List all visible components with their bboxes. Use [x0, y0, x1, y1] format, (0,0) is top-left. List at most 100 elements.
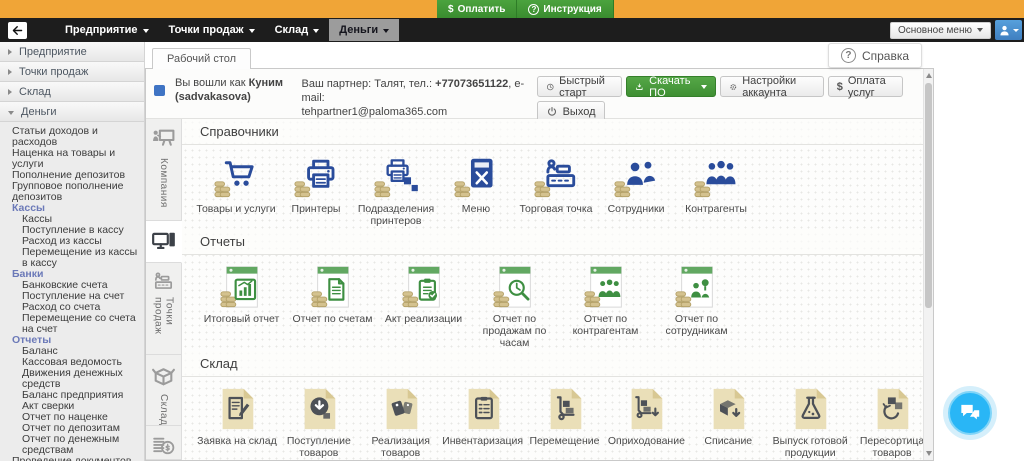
- side-tab-desktop[interactable]: [146, 221, 182, 262]
- section-title: Склад: [182, 351, 933, 377]
- clock-search-icon: [492, 264, 538, 310]
- chevron-right-icon: [8, 89, 12, 95]
- sidebar-money-list: Статьи доходов и расходов Наценка на тов…: [0, 122, 144, 461]
- user-account: (sadvakasova): [175, 91, 251, 103]
- help-button[interactable]: ? Справка: [828, 43, 922, 68]
- chat-button[interactable]: [943, 386, 997, 440]
- tab-desktop[interactable]: Рабочий стол: [152, 48, 251, 69]
- tile-sales-point[interactable]: Торговая точка: [516, 154, 596, 215]
- person-icon: [998, 24, 1011, 37]
- tile-employees[interactable]: Сотрудники: [596, 154, 676, 215]
- partner-info: Ваш партнер: Талят, тел.: +77073651122, …: [301, 76, 526, 118]
- nav-item-money[interactable]: Деньги: [329, 19, 399, 41]
- sidebar-group-money[interactable]: Деньги: [0, 102, 144, 122]
- handtruck-icon: [542, 386, 588, 432]
- user-indicator-icon: [154, 85, 165, 96]
- top-nav-bar: Предприятие Точки продаж Склад Деньги Ос…: [0, 18, 1024, 42]
- menu-board-icon: [453, 154, 499, 200]
- clipboard-icon: [460, 386, 506, 432]
- tile-hourly-sales-report[interactable]: Отчет по продажам по часам: [469, 264, 560, 349]
- tile-counterparties[interactable]: Контрагенты: [676, 154, 756, 215]
- scrollbar-thumb[interactable]: [925, 83, 932, 308]
- tile-menu[interactable]: Меню: [436, 154, 516, 215]
- sidebar-item[interactable]: Перемещение из кассы в кассу: [0, 247, 144, 269]
- sidebar-item[interactable]: Статьи доходов и расходов: [0, 126, 144, 148]
- sidebar-item[interactable]: Групповое пополнение депозитов: [0, 181, 144, 203]
- section-title: Справочники: [182, 119, 933, 145]
- sidebar-item[interactable]: Отчет по денежным средствам: [0, 434, 144, 456]
- circle-down-icon: [296, 386, 342, 432]
- sidebar-item[interactable]: Проведение документов: [0, 456, 144, 461]
- tile-printer-groups[interactable]: Подразделения принтеров: [356, 154, 436, 227]
- people-tree-icon: [674, 264, 720, 310]
- instruction-button[interactable]: ? Инструкция: [517, 0, 613, 18]
- help-button-label: Справка: [862, 49, 909, 63]
- tile-counterparties-report[interactable]: Отчет по контрагентам: [560, 264, 651, 337]
- tile-warehouse-request[interactable]: Заявка на склад: [196, 386, 278, 447]
- company-icon: [151, 127, 176, 152]
- tile-posting[interactable]: Оприходование: [605, 386, 687, 447]
- tile-employees-report[interactable]: Отчет по сотрудникам: [651, 264, 742, 337]
- pay-button-label: Оплатить: [458, 4, 506, 15]
- dollar-icon: $: [448, 4, 454, 15]
- user-menu-button[interactable]: [995, 20, 1022, 40]
- clipboard-check-icon: [401, 264, 447, 310]
- side-tab-warehouse[interactable]: Склад: [146, 355, 181, 426]
- quick-start-button[interactable]: Быстрый старт: [537, 76, 623, 97]
- tile-inventory[interactable]: Инвентаризация: [442, 386, 524, 447]
- tile-writeoff[interactable]: Списание: [687, 386, 769, 447]
- pay-button[interactable]: $ Оплатить: [437, 0, 517, 18]
- workspace-panel: Вы вошли как Куним (sadvakasova) Ваш пар…: [145, 68, 934, 461]
- box-down-icon: [705, 386, 751, 432]
- tile-transfer[interactable]: Перемещение: [524, 386, 606, 447]
- tile-regrading[interactable]: Пересортица товаров: [851, 386, 933, 459]
- sidebar-group-warehouse[interactable]: Склад: [0, 82, 144, 102]
- doc-pencil-icon: [214, 386, 260, 432]
- tile-summary-report[interactable]: Итоговый отчет: [196, 264, 287, 325]
- sidebar-group-enterprise[interactable]: Предприятие: [0, 42, 144, 62]
- sidebar-item[interactable]: Движения денежных средств: [0, 368, 144, 390]
- side-tab-money[interactable]: [146, 426, 181, 460]
- side-tab-company[interactable]: Компания: [146, 119, 181, 221]
- tile-goods-services[interactable]: Товары и услуги: [196, 154, 276, 215]
- main-menu-label: Основное меню: [898, 25, 972, 36]
- download-software-button[interactable]: Скачать ПО: [626, 76, 715, 97]
- sidebar-group-pos[interactable]: Точки продаж: [0, 62, 144, 82]
- side-tab-pos[interactable]: Точки продаж: [146, 263, 181, 355]
- account-settings-button[interactable]: Настройки аккаунта: [720, 76, 824, 97]
- boxes-cycle-icon: [869, 386, 915, 432]
- sidebar-item[interactable]: Перемещение со счета на счет: [0, 313, 144, 335]
- section-references: Справочники Товары и услуги Принтеры Под…: [182, 119, 933, 229]
- gear-icon: [729, 81, 738, 93]
- instruction-button-label: Инструкция: [543, 4, 601, 15]
- question-circle-icon: ?: [528, 4, 539, 15]
- pos-icon: [151, 271, 176, 291]
- document-lines-icon: [310, 264, 356, 310]
- tile-production-output[interactable]: Выпуск готовой продукции: [769, 386, 851, 459]
- register-icon: [533, 154, 579, 200]
- tile-sales-act[interactable]: Акт реализации: [378, 264, 469, 325]
- section-tab-strip: Компания Точки продаж Склад: [146, 119, 182, 460]
- back-button[interactable]: [8, 22, 27, 39]
- nav-item-pos[interactable]: Точки продаж: [159, 19, 265, 41]
- chevron-down-icon: [8, 111, 14, 115]
- tile-accounts-report[interactable]: Отчет по счетам: [287, 264, 378, 325]
- pay-services-button[interactable]: $ Оплата услуг: [828, 76, 903, 97]
- tile-goods-receipt[interactable]: Поступление товаров: [278, 386, 360, 459]
- sidebar-item[interactable]: Наценка на товары и услуги: [0, 148, 144, 170]
- nav-item-enterprise[interactable]: Предприятие: [55, 19, 159, 41]
- scroll-down-arrow-icon[interactable]: [926, 451, 932, 456]
- user-name: Куним: [249, 77, 283, 89]
- tile-printers[interactable]: Принтеры: [276, 154, 356, 215]
- chat-bubbles-icon: [957, 400, 983, 426]
- printer-group-icon: [373, 154, 419, 200]
- account-actions: Быстрый старт Скачать ПО Настройки аккау…: [537, 76, 903, 118]
- tile-goods-sale[interactable]: Реализация товаров: [360, 386, 442, 459]
- scroll-up-arrow-icon[interactable]: [926, 73, 932, 78]
- nav-item-warehouse[interactable]: Склад: [265, 19, 330, 41]
- main-menu-button[interactable]: Основное меню: [890, 22, 991, 39]
- chart-icon: [219, 264, 265, 310]
- vertical-scrollbar[interactable]: [923, 69, 933, 460]
- cart-icon: [213, 154, 259, 200]
- workspace-header: Вы вошли как Куним (sadvakasova) Ваш пар…: [146, 69, 933, 119]
